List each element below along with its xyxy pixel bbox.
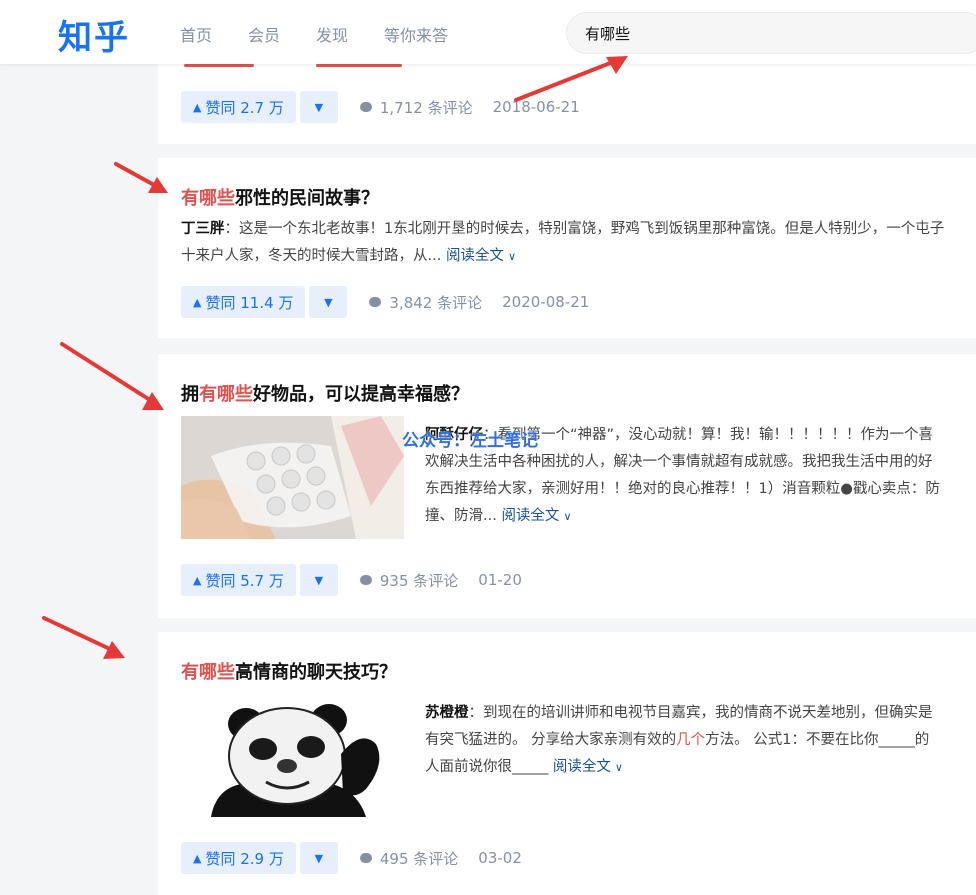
nav-waiting-answers[interactable]: 等你来答 [384,22,448,46]
triangle-down-icon: ▼ [324,295,333,309]
keyword-highlight: 有哪些 [181,188,235,209]
upvote-label: 赞同 2.7 万 [205,98,284,117]
panda-meme-image [181,694,404,817]
answer-thumbnail-panda[interactable] [181,694,404,817]
highlight-underline [316,64,402,67]
comment-button[interactable]: 3,842 条评论 [369,292,482,313]
chevron-down-icon: ∨ [563,510,572,523]
main-nav: 首页 会员 发现 等你来答 [180,22,484,46]
annotation-arrow-icon [114,162,168,193]
upvote-label: 赞同 11.4 万 [205,293,294,312]
answer-thumbnail-bumpers[interactable] [181,416,404,539]
answer-date: 03-02 [478,849,522,867]
triangle-down-icon: ▼ [314,100,324,114]
triangle-up-icon: ▲ [193,851,202,865]
triangle-up-icon: ▲ [193,100,202,114]
keyword-highlight: 有哪些 [199,384,253,405]
top-header: 知乎 首页 会员 发现 等你来答 [0,0,976,64]
upvote-label: 赞同 2.9 万 [205,849,284,868]
read-more-label: 阅读全文 [501,508,560,524]
comment-icon [359,853,372,863]
excerpt-text: ：这是一个东北老故事！1东北刚开垦的时候去，特别富饶，野鸡飞到饭锅里那种富饶。但… [181,221,945,264]
question-title-prefix: 拥 [181,384,199,405]
upvote-button[interactable]: ▲ 赞同 11.4 万 [181,286,306,318]
annotation-arrow-icon [514,56,628,102]
comment-count: 1,712 条评论 [379,98,473,117]
chevron-down-icon: ∨ [507,250,516,263]
triangle-up-icon: ▲ [193,295,202,309]
keyword-highlight: 几个 [676,732,706,748]
question-title[interactable]: 有哪些高情商的聊天技巧？ [181,658,397,684]
author-name: 丁三胖 [181,221,225,237]
downvote-button[interactable]: ▼ [309,286,348,318]
answer-card: 有哪些高情商的聊天技巧？ 苏橙橙：到现在的培训讲师和电视节目嘉宾，我的情商不说天… [158,632,976,895]
comment-button[interactable]: 495 条评论 [359,848,459,869]
nav-home[interactable]: 首页 [180,22,212,46]
nav-membership[interactable]: 会员 [248,22,280,46]
comment-button[interactable]: 1,712 条评论 [359,97,473,118]
watermark-text: 公众号：左土笔记 [402,431,538,451]
answer-card: 有哪些邪性的民间故事？ 丁三胖：这是一个东北老故事！1东北刚开垦的时候去，特别富… [158,158,976,338]
read-more-link[interactable]: 阅读全文 ∨ [446,248,516,264]
answer-date: 01-20 [478,571,522,589]
annotation-arrow-icon [60,342,164,410]
answer-excerpt[interactable]: 苏橙橙：到现在的培训讲师和电视节目嘉宾，我的情商不说天差地别，但确实是有突飞猛进… [425,700,940,784]
answer-card: 拥有哪些好物品，可以提高幸福感？ 阿酥仔仔：看到第一个“神器”，没心动就！算！我… [158,354,976,618]
downvote-button[interactable]: ▼ [299,564,338,596]
question-title[interactable]: 有哪些邪性的民间故事？ [181,184,379,210]
nav-discover[interactable]: 发现 [316,22,348,46]
read-more-link[interactable]: 阅读全文 ∨ [553,759,623,775]
answer-actions: ▲ 赞同 11.4 万 ▼ 3,842 条评论 2020-08-21 [181,285,589,319]
downvote-button[interactable]: ▼ [299,842,338,874]
keyword-highlight: 有哪些 [181,662,235,683]
question-title[interactable]: 拥有哪些好物品，可以提高幸福感？ [181,380,469,406]
answer-excerpt[interactable]: 丁三胖：这是一个东北老故事！1东北刚开垦的时候去，特别富饶，野鸡飞到饭锅里那种富… [181,216,956,272]
highlight-underline [184,64,254,67]
read-more-label: 阅读全文 [445,248,504,264]
zhihu-logo[interactable]: 知乎 [58,10,130,59]
read-more-label: 阅读全文 [552,759,611,775]
comment-icon [369,297,382,307]
upvote-button[interactable]: ▲ 赞同 2.7 万 [181,91,296,123]
comment-button[interactable]: 935 条评论 [359,570,459,591]
comment-count: 935 条评论 [379,571,459,590]
answer-date: 2020-08-21 [502,293,590,311]
downvote-button[interactable]: ▼ [299,91,338,123]
answer-actions: ▲ 赞同 2.9 万 ▼ 495 条评论 03-02 [181,841,522,875]
upvote-button[interactable]: ▲ 赞同 2.9 万 [181,842,296,874]
comment-count: 495 条评论 [379,849,459,868]
bumper-pads-image [181,416,404,539]
comment-icon [359,575,372,585]
chevron-down-icon: ∨ [614,761,623,774]
read-more-link[interactable]: 阅读全文 ∨ [501,508,571,524]
annotation-arrow-icon [42,616,125,659]
question-title-text: 高情商的聊天技巧？ [235,662,397,683]
question-title-text: 邪性的民间故事？ [235,188,379,209]
comment-count: 3,842 条评论 [389,293,483,312]
question-title-text: 好物品，可以提高幸福感？ [253,384,469,405]
author-name: 苏橙橙 [425,705,469,721]
upvote-label: 赞同 5.7 万 [205,571,284,590]
triangle-up-icon: ▲ [193,573,202,587]
upvote-button[interactable]: ▲ 赞同 5.7 万 [181,564,296,596]
answer-actions: ▲ 赞同 5.7 万 ▼ 935 条评论 01-20 [181,563,522,597]
comment-icon [359,102,372,112]
triangle-down-icon: ▼ [314,573,324,587]
triangle-down-icon: ▼ [314,851,324,865]
